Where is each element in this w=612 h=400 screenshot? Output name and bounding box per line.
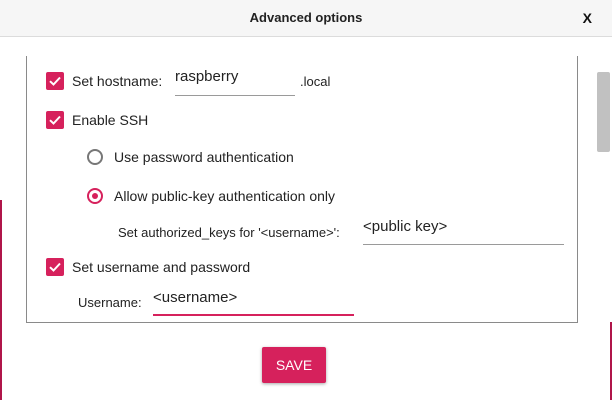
username-label: Username: bbox=[78, 295, 142, 310]
hostname-row: Set hostname: bbox=[46, 72, 162, 90]
authorized-keys-input[interactable]: <public key> bbox=[363, 218, 564, 245]
auth-password-label: Use password authentication bbox=[114, 149, 294, 165]
checkmark-icon bbox=[49, 115, 61, 125]
ssh-row: Enable SSH bbox=[46, 111, 148, 129]
scrollbar-thumb[interactable] bbox=[597, 72, 610, 152]
auth-pubkey-label: Allow public-key authentication only bbox=[114, 188, 336, 204]
user-label: Set username and password bbox=[72, 259, 251, 275]
hostname-checkbox[interactable] bbox=[46, 72, 64, 90]
hostname-label: Set hostname: bbox=[72, 73, 163, 89]
authorized-keys-label: Set authorized_keys for '<username>': bbox=[118, 225, 340, 240]
auth-password-radio[interactable] bbox=[87, 149, 103, 165]
checkmark-icon bbox=[49, 76, 61, 86]
hostname-suffix: .local bbox=[300, 74, 331, 89]
user-checkbox[interactable] bbox=[46, 258, 64, 276]
auth-pubkey-radio[interactable] bbox=[87, 188, 103, 204]
user-row: Set username and password bbox=[46, 258, 250, 276]
auth-password-option[interactable]: Use password authentication bbox=[87, 149, 294, 165]
dialog-titlebar: Advanced options X bbox=[0, 0, 612, 37]
background-accent-left bbox=[0, 200, 2, 400]
username-input[interactable]: <username> bbox=[153, 289, 354, 316]
ssh-label: Enable SSH bbox=[72, 112, 149, 128]
auth-pubkey-option[interactable]: Allow public-key authentication only bbox=[87, 188, 335, 204]
close-button[interactable]: X bbox=[583, 0, 592, 36]
dialog-title: Advanced options bbox=[249, 10, 363, 25]
hostname-input[interactable]: raspberry bbox=[175, 68, 295, 96]
ssh-checkbox[interactable] bbox=[46, 111, 64, 129]
advanced-options-dialog: Advanced options X Set hostname: raspber… bbox=[0, 0, 612, 400]
save-button[interactable]: SAVE bbox=[262, 347, 326, 383]
checkmark-icon bbox=[49, 262, 61, 272]
